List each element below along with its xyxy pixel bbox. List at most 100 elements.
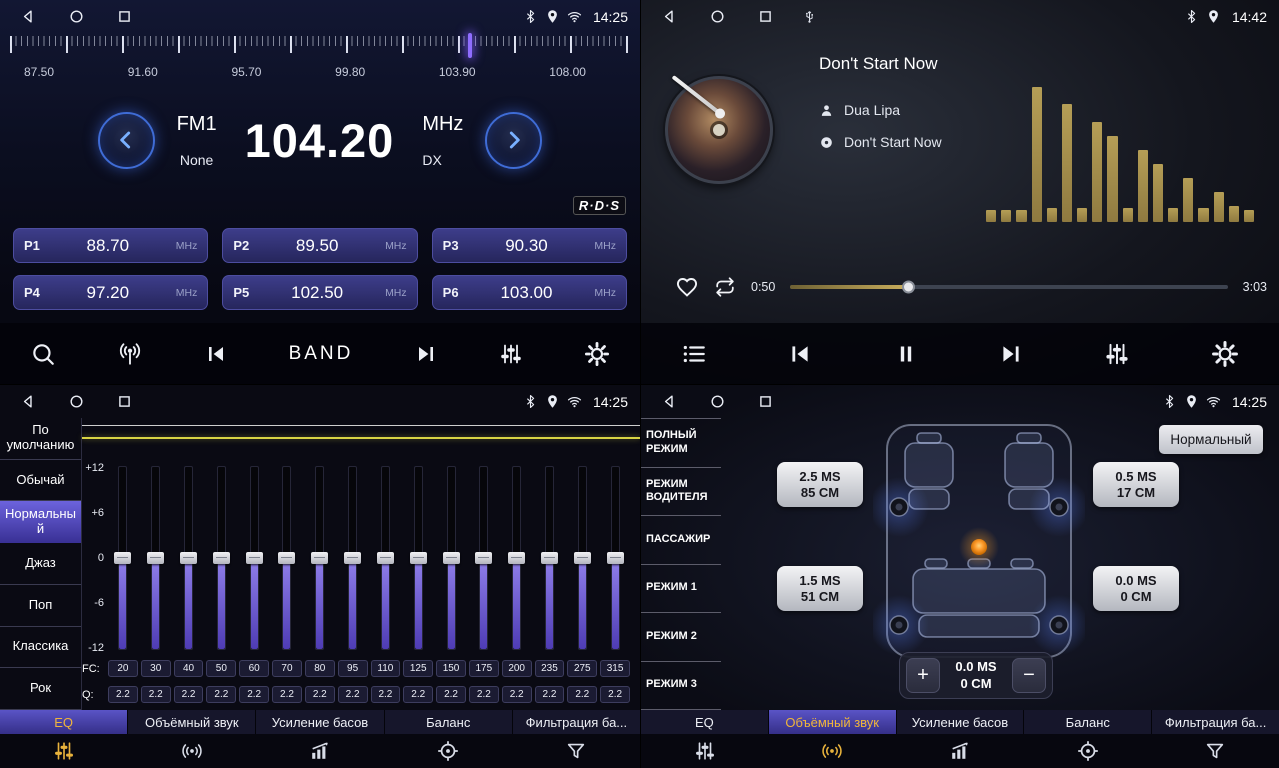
pause-button[interactable] [894,342,918,366]
eq-band-slider[interactable] [108,466,138,650]
eq-band-slider[interactable] [272,466,302,650]
settings-button[interactable] [1211,340,1239,368]
balance-tab-icon[interactable] [384,734,512,768]
balance-tab-icon[interactable] [1024,734,1152,768]
eq-band-slider[interactable] [567,466,597,650]
seek-bar[interactable] [790,285,1227,289]
tune-down-button[interactable] [98,112,155,169]
frequency-scale[interactable]: 87.5091.6095.7099.80103.90108.00 [10,36,630,82]
decrease-delay-button[interactable]: − [1012,658,1046,693]
listening-position-marker[interactable] [971,539,987,555]
speaker-delay-button[interactable]: 2.5 MS 85 CM [777,462,863,507]
mode-item[interactable]: РЕЖИМ 3 [641,662,721,711]
eq-band-slider[interactable] [469,466,499,650]
mode-item[interactable]: ПОЛНЫЙ РЕЖИМ [641,419,721,468]
eq-preset-item[interactable]: По умолчанию [0,418,81,460]
scan-button[interactable] [30,341,56,367]
eq-preset-item[interactable]: Рок [0,668,81,710]
eq-preset-item[interactable]: Обычай [0,460,81,502]
slider-handle[interactable] [180,552,197,564]
slider-handle[interactable] [278,552,295,564]
mode-item[interactable]: ПАССАЖИР [641,516,721,565]
audio-tab[interactable]: Фильтрация ба... [513,710,640,734]
slider-handle[interactable] [213,552,230,564]
audio-tab[interactable]: Усиление басов [256,710,384,734]
slider-handle[interactable] [410,552,427,564]
speaker-delay-button[interactable]: 0.0 MS 0 CM [1093,566,1179,611]
equalizer-button[interactable] [1104,341,1130,367]
audio-tab[interactable]: EQ [641,710,769,734]
settings-button[interactable] [584,341,610,367]
repeat-button[interactable] [714,276,736,298]
filter-tab-icon[interactable] [512,734,640,768]
bass-tab-icon[interactable] [256,734,384,768]
preset-button[interactable]: P4 97.20 MHz [13,275,208,310]
slider-handle[interactable] [574,552,591,564]
eq-band-slider[interactable] [436,466,466,650]
preset-button[interactable]: P1 88.70 MHz [13,228,208,263]
band-button[interactable]: BAND [289,343,354,365]
recents-button[interactable] [116,8,133,25]
equalizer-button[interactable] [499,342,523,366]
eq-preset-item[interactable]: Поп [0,585,81,627]
mode-item[interactable]: РЕЖИМ 1 [641,565,721,614]
back-button[interactable] [20,393,37,410]
eq-band-slider[interactable] [305,466,335,650]
seek-knob[interactable] [902,281,915,294]
eq-preset-item[interactable]: Нормальный [0,501,81,543]
next-track-button[interactable] [998,341,1024,367]
back-button[interactable] [661,393,678,410]
slider-handle[interactable] [311,552,328,564]
eq-band-slider[interactable] [600,466,630,650]
speaker-delay-button[interactable]: 1.5 MS 51 CM [777,566,863,611]
back-button[interactable] [20,8,37,25]
next-station-button[interactable] [414,342,438,366]
slider-handle[interactable] [443,552,460,564]
audio-tab[interactable]: Фильтрация ба... [1152,710,1279,734]
slider-handle[interactable] [377,552,394,564]
preset-button[interactable]: P2 89.50 MHz [222,228,417,263]
home-button[interactable] [709,393,726,410]
eq-band-slider[interactable] [174,466,204,650]
mode-item[interactable]: РЕЖИМ 2 [641,613,721,662]
eq-band-slider[interactable] [239,466,269,650]
slider-handle[interactable] [147,552,164,564]
audio-tab[interactable]: Баланс [1024,710,1152,734]
audio-tab[interactable]: EQ [0,710,128,734]
slider-handle[interactable] [541,552,558,564]
eq-band-slider[interactable] [206,466,236,650]
eq-preset-item[interactable]: Джаз [0,543,81,585]
home-button[interactable] [709,8,726,25]
previous-track-button[interactable] [787,341,813,367]
back-button[interactable] [661,8,678,25]
surround-tab-icon[interactable] [128,734,256,768]
recents-button[interactable] [757,8,774,25]
eq-tab-icon[interactable] [0,734,128,768]
slider-handle[interactable] [344,552,361,564]
audio-tab[interactable]: Объёмный звук [769,710,897,734]
sound-preset-button[interactable]: Нормальный [1159,425,1263,454]
playlist-button[interactable] [681,341,707,367]
slider-handle[interactable] [607,552,624,564]
previous-station-button[interactable] [204,342,228,366]
eq-band-slider[interactable] [371,466,401,650]
surround-tab-icon[interactable] [769,734,897,768]
recents-button[interactable] [116,393,133,410]
slider-handle[interactable] [246,552,263,564]
audio-tab[interactable]: Баланс [385,710,513,734]
preset-button[interactable]: P3 90.30 MHz [432,228,627,263]
slider-handle[interactable] [114,552,131,564]
album-art[interactable] [665,76,773,184]
eq-preset-item[interactable]: Классика [0,627,81,669]
audio-tab[interactable]: Объёмный звук [128,710,256,734]
tune-up-button[interactable] [485,112,542,169]
bass-tab-icon[interactable] [896,734,1024,768]
preset-button[interactable]: P5 102.50 MHz [222,275,417,310]
mode-item[interactable]: РЕЖИМ ВОДИТЕЛЯ [641,468,721,517]
broadcast-button[interactable] [117,341,143,367]
eq-band-slider[interactable] [338,466,368,650]
eq-band-slider[interactable] [141,466,171,650]
home-button[interactable] [68,8,85,25]
increase-delay-button[interactable]: + [906,658,940,693]
eq-band-slider[interactable] [403,466,433,650]
